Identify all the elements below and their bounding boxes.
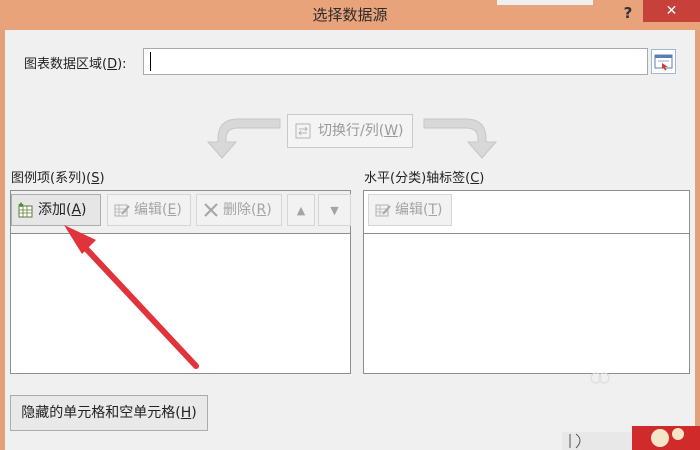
up-arrow-icon: ▲ (296, 204, 306, 217)
text-caret (150, 52, 151, 71)
category-heading: 水平(分类)轴标签(C) (364, 171, 485, 186)
switch-label-end: ) (398, 123, 404, 139)
delete-series-button[interactable]: 删除(R) (196, 194, 282, 226)
switch-key: W (384, 123, 399, 139)
add-series-button[interactable]: 添加(A) (11, 194, 101, 226)
add-icon (18, 202, 33, 218)
edit-category-button[interactable]: 编辑(T) (368, 194, 452, 226)
switch-icon (295, 123, 311, 139)
corner-decoration (562, 372, 700, 450)
hidden-empty-cells-button[interactable]: 隐藏的单元格和空单元格(H) (10, 395, 208, 431)
delete-label: 删除(R) (223, 202, 272, 218)
down-arrow-icon: ▼ (330, 204, 339, 217)
switch-label: 切换行/列( (318, 123, 385, 139)
delete-icon (204, 203, 218, 217)
move-down-button[interactable]: ▼ (318, 194, 351, 226)
data-range-input[interactable] (143, 48, 648, 75)
data-range-label: 图表数据区域(D): (24, 57, 127, 72)
move-up-button[interactable]: ▲ (287, 194, 315, 226)
switch-row-column-button[interactable]: 切换行/列(W) (287, 114, 413, 148)
series-list[interactable] (10, 233, 351, 374)
edit-icon (114, 204, 130, 217)
series-heading: 图例项(系列)(S) (11, 171, 105, 186)
edit-label: 编辑(E) (134, 202, 182, 218)
close-button[interactable]: ✕ (643, 0, 700, 22)
edit-icon (375, 204, 391, 217)
help-button[interactable]: ? (613, 2, 643, 24)
add-label: 添加(A) (38, 202, 87, 218)
edit-category-label: 编辑(T) (395, 202, 443, 218)
collapse-dialog-button[interactable] (651, 49, 676, 74)
edit-series-button[interactable]: 编辑(E) (107, 194, 191, 226)
window-title: 选择数据源 (312, 6, 388, 24)
range-select-icon (654, 54, 673, 71)
